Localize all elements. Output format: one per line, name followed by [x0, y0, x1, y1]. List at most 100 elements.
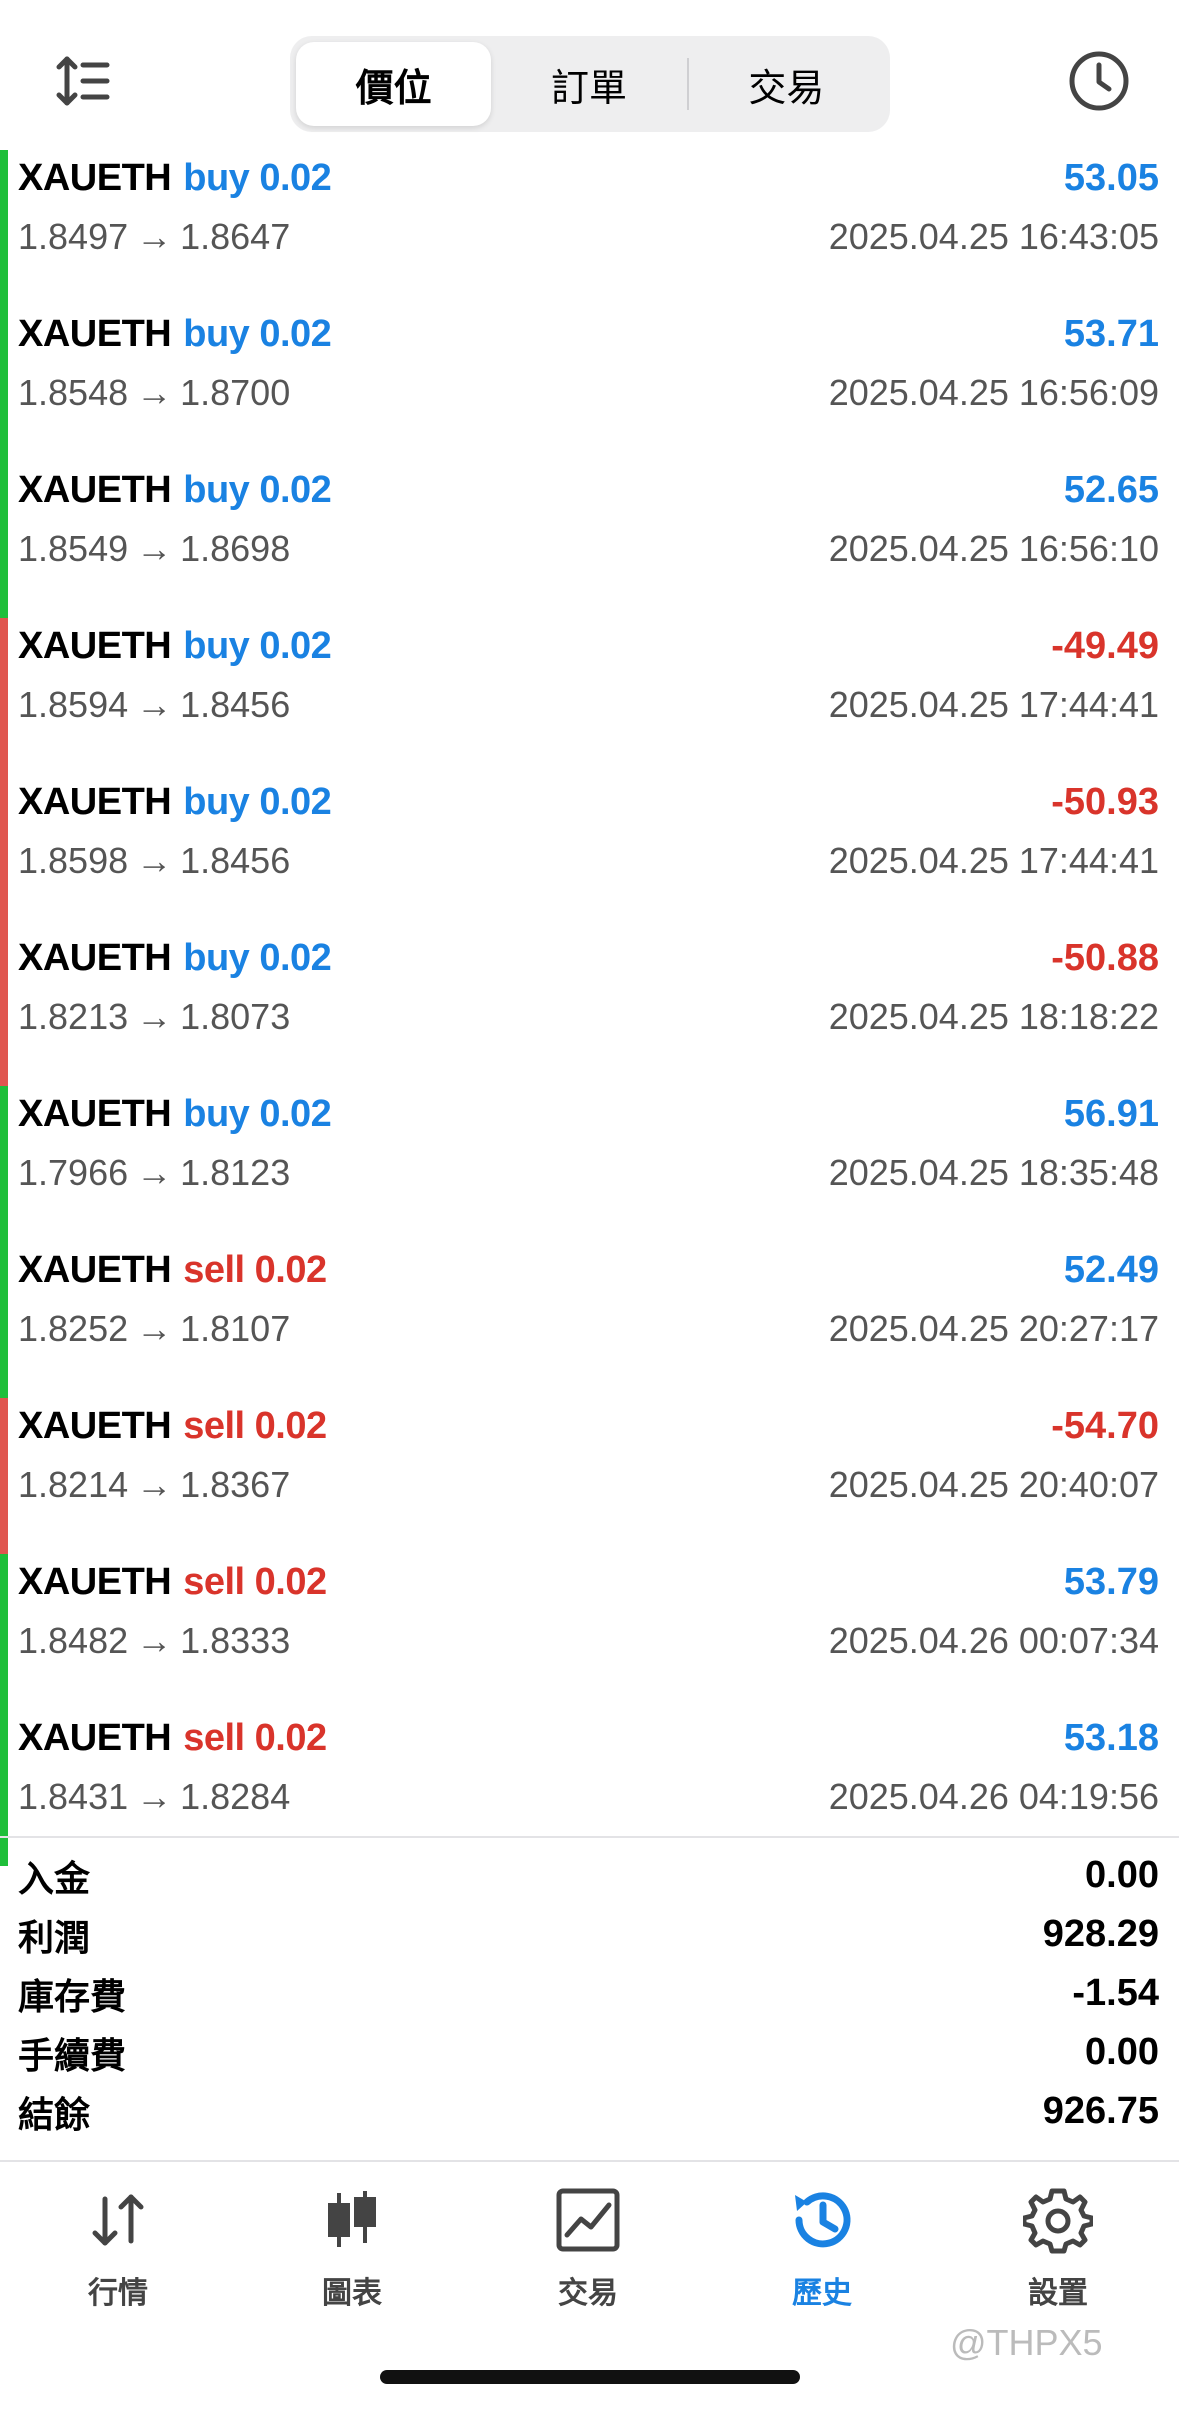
tab-history-label: 歷史: [792, 2277, 852, 2310]
arrow: →: [136, 216, 173, 257]
arrow: →: [136, 684, 173, 725]
trade-side-lot: buy 0.02: [183, 156, 332, 199]
trade-title: XAUETH sell 0.02: [18, 1554, 327, 1610]
trade-side-lot: sell 0.02: [183, 1716, 327, 1759]
trade-title: XAUETH buy 0.02: [18, 618, 332, 674]
close-price: 1.8700: [180, 372, 291, 413]
trade-row[interactable]: XAUETH buy 0.02 -49.49 1.8594 → 1.8456 2025.04…: [0, 618, 1179, 774]
open-price: 1.8594: [18, 684, 129, 725]
app-root: 價位 訂單 交易 XAUETH buy 0.02 53.05 1.8497 → 1.864…: [0, 0, 1179, 2412]
open-price: 1.8482: [18, 1620, 129, 1661]
tab-price[interactable]: 價位: [296, 42, 492, 126]
trade-row[interactable]: XAUETH buy 0.02 -50.93 1.8598 → 1.8456 2025.04…: [0, 774, 1179, 930]
summary-value: -1.54: [1072, 1972, 1159, 2014]
trade-row[interactable]: XAUETH buy 0.02 56.91 1.7966 → 1.8123 2025.04.…: [0, 1086, 1179, 1242]
trade-profit: -54.70: [1051, 1404, 1159, 1447]
trade-prices: 1.8598 → 1.8456: [18, 834, 290, 888]
trade-row[interactable]: XAUETH buy 0.02 53.71 1.8548 → 1.8700 2025.04.…: [0, 306, 1179, 462]
trade-title: XAUETH buy 0.02: [18, 306, 332, 362]
trade-time: 2025.04.25 16:56:09: [828, 372, 1159, 413]
trade-time: 2025.04.26 00:07:34: [828, 1620, 1159, 1661]
tab-orders[interactable]: 訂單: [491, 42, 686, 126]
trade-title: XAUETH buy 0.02: [18, 462, 332, 518]
tab-history[interactable]: 歷史: [722, 2182, 922, 2332]
trade-symbol: XAUETH: [18, 1248, 172, 1291]
close-price: 1.8647: [180, 216, 291, 257]
trade-symbol: XAUETH: [18, 624, 172, 667]
watermark: @THPX5: [950, 2322, 1103, 2363]
trade-side-lot: buy 0.02: [183, 780, 332, 823]
summary-value: 0.00: [1085, 1854, 1159, 1896]
summary-row: 手續費 0.00: [0, 2023, 1179, 2082]
trade-title: XAUETH buy 0.02: [18, 930, 332, 986]
trade-row[interactable]: XAUETH sell 0.02 53.79 1.8482 → 1.8333 2025.04…: [0, 1554, 1179, 1710]
sort-icon: [56, 56, 110, 106]
trade-profit: 53.79: [1063, 1560, 1159, 1603]
trade-time: 2025.04.25 20:27:17: [828, 1308, 1159, 1349]
summary-label: 利潤: [18, 1916, 91, 1958]
trade-symbol: XAUETH: [18, 1404, 172, 1447]
trade-prices: 1.8549 → 1.8698: [18, 522, 290, 576]
tab-deals[interactable]: 交易: [689, 42, 884, 126]
trade-row[interactable]: XAUETH buy 0.02 53.05 1.8497 → 1.8647 2025.04.…: [0, 150, 1179, 306]
trade-side-lot: sell 0.02: [183, 1404, 327, 1447]
arrows-updown-icon: [92, 2194, 144, 2246]
trade-profit: -49.49: [1051, 624, 1159, 667]
trade-profit: 56.91: [1063, 1092, 1159, 1135]
history-icon: [795, 2192, 851, 2248]
home-indicator[interactable]: [380, 2370, 800, 2384]
summary-value: 0.00: [1085, 2031, 1159, 2073]
trade-profit: 52.49: [1063, 1248, 1159, 1291]
trade-title: XAUETH buy 0.02: [18, 774, 332, 830]
trade-prices: 1.8214 → 1.8367: [18, 1458, 290, 1512]
trade-profit: 53.71: [1063, 312, 1159, 355]
trade-row[interactable]: XAUETH buy 0.02 52.65 1.8549 → 1.8698 2025.04.…: [0, 462, 1179, 618]
result-bar: [0, 1086, 8, 1242]
top-header: 價位 訂單 交易: [0, 0, 1179, 150]
trade-prices: 1.7966 → 1.8123: [18, 1146, 290, 1200]
result-bar: [0, 462, 8, 618]
tab-quotes[interactable]: 行情: [18, 2182, 218, 2332]
tab-trade-label: 交易: [558, 2277, 618, 2310]
trade-side-lot: sell 0.02: [183, 1560, 327, 1603]
trade-side-lot: buy 0.02: [183, 624, 332, 667]
trade-prices: 1.8594 → 1.8456: [18, 678, 290, 732]
summary-label: 庫存費: [18, 1975, 127, 2017]
tab-charts-label: 圖表: [322, 2277, 382, 2310]
trade-row[interactable]: XAUETH sell 0.02 52.49 1.8252 → 1.8107 2025.04…: [0, 1242, 1179, 1398]
close-price: 1.8107: [180, 1308, 291, 1349]
trade-time: 2025.04.25 20:40:07: [828, 1464, 1159, 1505]
gear-icon: [1023, 2188, 1093, 2254]
open-price: 1.8549: [18, 528, 129, 569]
trade-row[interactable]: XAUETH buy 0.02 -50.88 1.8213 → 1.8073 2025.04…: [0, 930, 1179, 1086]
trade-time: 2025.04.25 16:43:05: [828, 216, 1159, 257]
trade-prices: 1.8213 → 1.8073: [18, 990, 290, 1044]
clock-icon: [1069, 51, 1129, 111]
trade-prices: 1.8431 → 1.8284: [18, 1770, 290, 1824]
trade-title: XAUETH sell 0.02: [18, 1710, 327, 1766]
trade-symbol: XAUETH: [18, 936, 172, 979]
arrow: →: [136, 1776, 173, 1817]
trade-side-lot: buy 0.02: [183, 468, 332, 511]
summary-row: 庫存費 -1.54: [0, 1964, 1179, 2023]
tab-settings[interactable]: 設置: [958, 2182, 1158, 2332]
trade-row[interactable]: XAUETH sell 0.02 -54.70 1.8214 → 1.8367 2025.0…: [0, 1398, 1179, 1554]
sort-button[interactable]: [48, 46, 118, 116]
candlestick-icon: [328, 2191, 376, 2247]
summary-label: 入金: [18, 1857, 91, 1899]
result-bar: [0, 930, 8, 1086]
open-price: 1.8252: [18, 1308, 129, 1349]
trade-list: XAUETH buy 0.02 53.05 1.8497 → 1.8647 2025.04.…: [0, 150, 1179, 1866]
arrow: →: [136, 1620, 173, 1661]
close-price: 1.8284: [180, 1776, 291, 1817]
trade-time: 2025.04.26 04:19:56: [828, 1776, 1159, 1817]
close-price: 1.8456: [180, 684, 291, 725]
trade-time: 2025.04.25 16:56:10: [828, 528, 1159, 569]
trade-time: 2025.04.25 18:35:48: [828, 1152, 1159, 1193]
open-price: 1.8214: [18, 1464, 129, 1505]
trade-title: XAUETH sell 0.02: [18, 1398, 327, 1454]
tab-trade[interactable]: 交易: [488, 2182, 688, 2332]
tab-charts[interactable]: 圖表: [252, 2182, 452, 2332]
period-button[interactable]: [1064, 46, 1134, 116]
result-bar: [0, 1554, 8, 1710]
